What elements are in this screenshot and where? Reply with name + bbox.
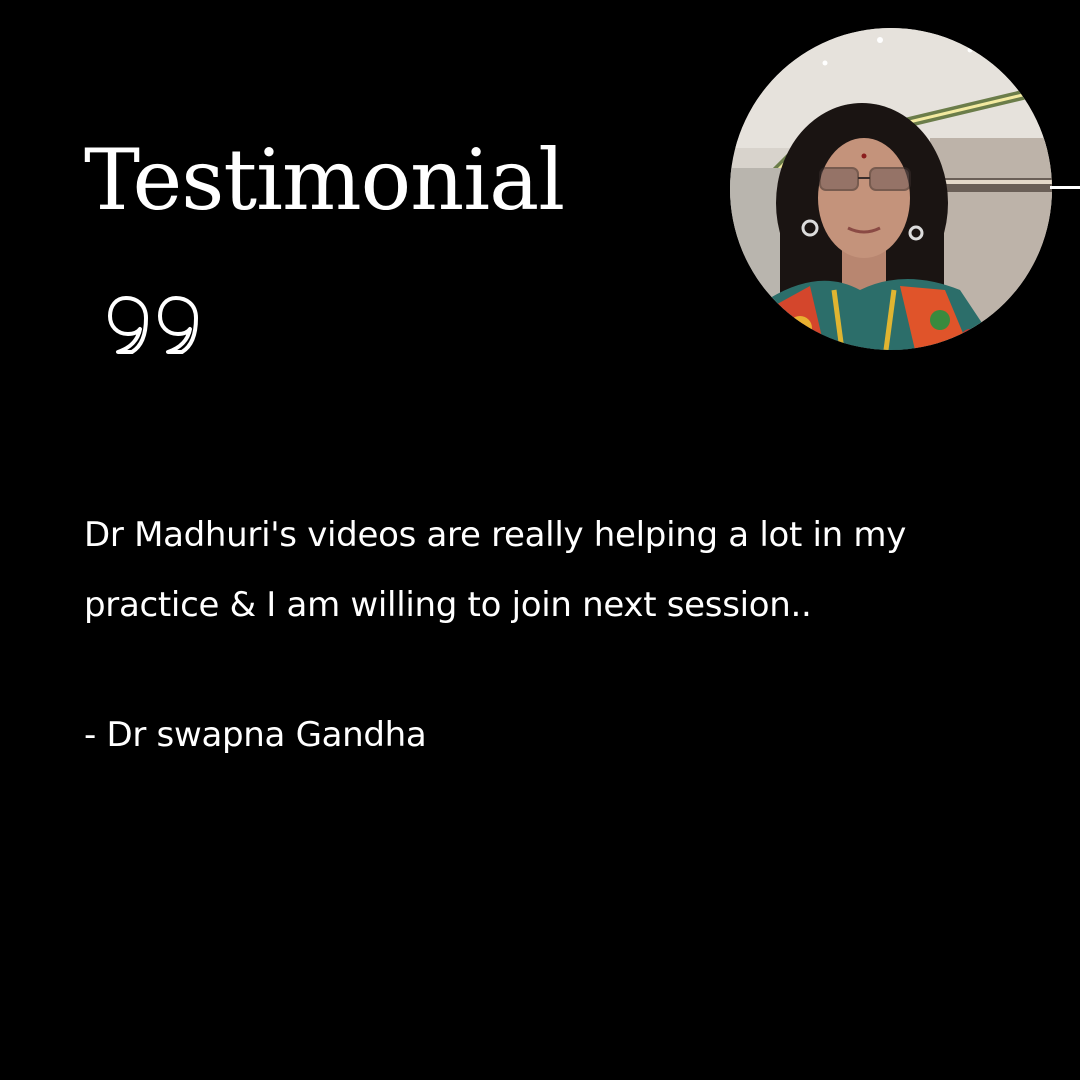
author-photo bbox=[730, 28, 1052, 350]
testimonial-quote: Dr Madhuri's videos are really helping a… bbox=[84, 515, 907, 625]
page-title: Testimonial bbox=[84, 131, 565, 229]
testimonial-author: - Dr swapna Gandha bbox=[84, 715, 427, 755]
quotation-marks-icon bbox=[104, 292, 208, 358]
decorative-line bbox=[1050, 186, 1080, 189]
testimonial-card: Testimonial Dr Madhuri's videos are real… bbox=[0, 0, 1080, 1080]
